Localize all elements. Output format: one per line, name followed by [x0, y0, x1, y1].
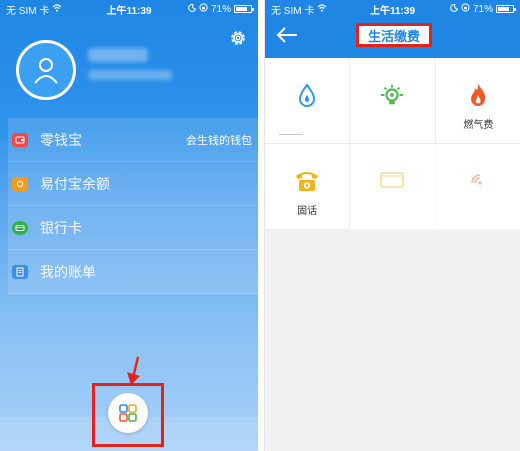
menu-item-bank-card[interactable]: 银行卡	[8, 206, 258, 250]
back-arrow-icon[interactable]	[275, 26, 299, 44]
carrier-label: 无 SIM 卡	[6, 5, 50, 17]
arrow-down-icon	[124, 356, 144, 386]
telephone-icon	[294, 168, 320, 194]
tv-icon	[379, 168, 405, 194]
user-icon	[34, 58, 58, 84]
avatar[interactable]	[16, 40, 76, 100]
service-area: 燃气费 固话	[265, 58, 520, 451]
flame-icon	[465, 82, 491, 108]
service-label: 固话	[297, 206, 318, 217]
status-time: 上午11:39	[106, 5, 152, 17]
menu-item-bill[interactable]: 我的账单	[8, 250, 258, 294]
service-broadband[interactable]	[435, 144, 520, 230]
menu-label: 零钱宝	[40, 131, 82, 148]
water-drop-icon	[294, 82, 320, 108]
menu-label: 银行卡	[40, 219, 82, 236]
header-bar: 无 SIM 卡 上午11:39 71% 生活缴费	[265, 0, 520, 58]
moon-icon	[188, 3, 197, 15]
wifi-icon	[317, 3, 327, 15]
lock-rotation-icon	[199, 3, 208, 15]
service-label: 燃气费	[463, 120, 494, 131]
menu-tag: 会生钱的钱包	[186, 134, 252, 147]
battery-percent: 71%	[210, 3, 231, 15]
gear-icon[interactable]	[228, 28, 248, 48]
bill-icon	[12, 264, 28, 279]
carrier-label: 无 SIM 卡	[271, 5, 315, 17]
service-tv[interactable]	[350, 144, 436, 230]
status-time: 上午11:39	[369, 5, 416, 17]
balance-icon	[12, 176, 28, 191]
card-icon	[12, 220, 28, 235]
grid-apps-icon	[119, 404, 137, 422]
status-bar: 无 SIM 卡 上午11:39 71%	[0, 0, 258, 18]
service-grid: 燃气费 固话	[265, 58, 520, 230]
service-landline[interactable]: 固话	[265, 144, 351, 230]
utility-payment-screen: 无 SIM 卡 上午11:39 71% 生活缴费 燃气费 固话	[264, 0, 520, 451]
broadband-icon	[465, 168, 491, 194]
app-launcher-button[interactable]	[108, 393, 148, 433]
battery-icon	[496, 5, 516, 13]
status-bar: 无 SIM 卡 上午11:39 71%	[265, 0, 520, 18]
menu-label: 易付宝余额	[40, 175, 110, 192]
service-gas[interactable]: 燃气费	[435, 58, 520, 144]
wallet-home-screen: 无 SIM 卡 上午11:39 71% 零钱宝 会生钱的钱包 易付宝余额 银行卡…	[0, 0, 258, 451]
battery-percent: 71%	[472, 3, 493, 15]
service-water[interactable]	[265, 58, 351, 144]
title-highlight-box: 生活缴费	[356, 23, 432, 47]
menu-item-balance[interactable]: 易付宝余额	[8, 162, 258, 206]
profile-account-blurred	[88, 70, 172, 80]
battery-icon	[234, 5, 254, 13]
profile-name-blurred	[88, 48, 148, 62]
lock-rotation-icon	[461, 3, 470, 15]
wallet-menu: 零钱宝 会生钱的钱包 易付宝余额 银行卡 我的账单	[8, 118, 258, 294]
menu-item-lingqianbao[interactable]: 零钱宝 会生钱的钱包	[8, 118, 258, 162]
wifi-icon	[52, 3, 62, 15]
divider	[279, 134, 303, 135]
menu-label: 我的账单	[40, 263, 96, 280]
page-title: 生活缴费	[367, 28, 420, 44]
wallet-icon	[12, 132, 28, 147]
moon-icon	[450, 3, 459, 15]
service-electricity[interactable]	[350, 58, 436, 144]
bulb-icon	[379, 82, 405, 108]
